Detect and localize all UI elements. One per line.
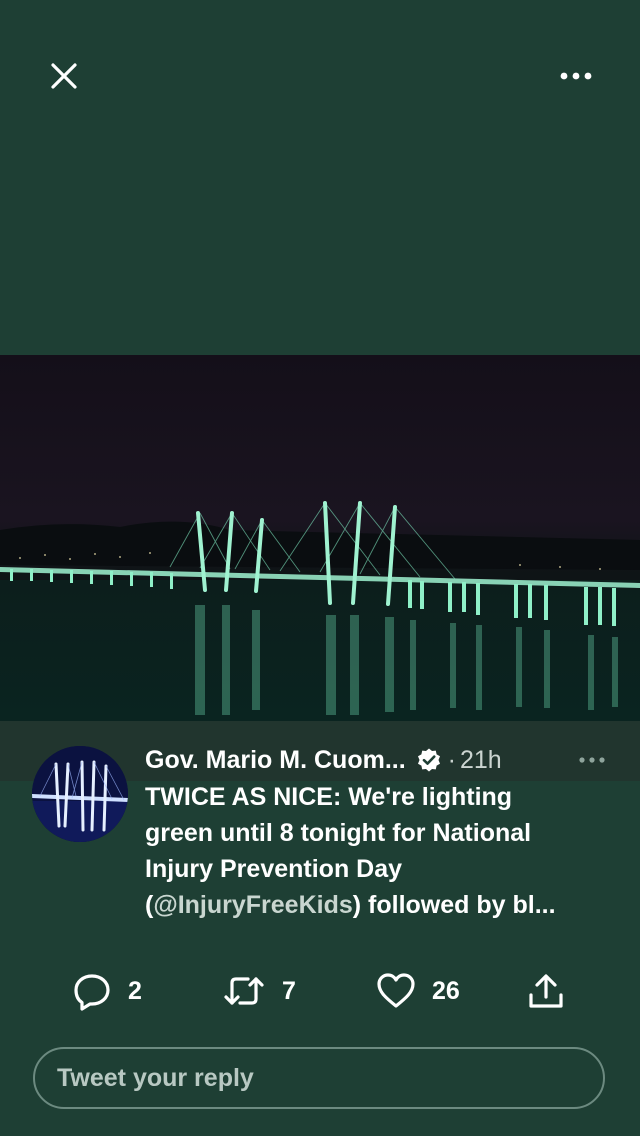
tweet-timestamp[interactable]: 21h: [460, 746, 502, 775]
retweet-button[interactable]: 7: [222, 966, 296, 1016]
verified-badge-icon: [416, 747, 442, 773]
more-horizontal-icon: [560, 72, 592, 80]
reply-placeholder: Tweet your reply: [57, 1063, 254, 1092]
retweet-icon: [224, 977, 264, 1005]
reply-icon: [74, 974, 110, 1011]
tweet-text-line: (@InjuryFreeKids) followed by bl...: [145, 887, 615, 923]
tweet-text-line: green until 8 tonight for National: [145, 819, 532, 847]
reply-button[interactable]: 2: [72, 966, 142, 1016]
tweet-text-line: Injury Prevention Day: [145, 855, 403, 883]
avatar[interactable]: [32, 746, 128, 842]
tweet-media-image[interactable]: [0, 355, 640, 721]
more-horizontal-icon: [579, 757, 605, 763]
reply-input[interactable]: Tweet your reply: [33, 1047, 605, 1109]
heart-icon: [377, 973, 415, 1008]
retweet-count: 7: [282, 976, 296, 1005]
reply-count: 2: [128, 976, 142, 1005]
like-button[interactable]: 26: [376, 966, 460, 1016]
tweet-text: TWICE AS NICE: We're lighting green unti…: [145, 779, 615, 923]
separator-dot: ·: [447, 745, 456, 774]
tweet-more-button[interactable]: [572, 742, 612, 778]
top-bar: [0, 0, 640, 150]
share-icon: [529, 974, 563, 1008]
tweet-text-rest: ) followed by bl...: [352, 891, 556, 919]
tweet-actions-bar: 2 7 26: [0, 966, 640, 1016]
tweet-text-line: TWICE AS NICE: We're lighting: [145, 783, 513, 811]
more-options-button[interactable]: [548, 52, 604, 100]
close-button[interactable]: [38, 52, 90, 100]
mention-link[interactable]: @InjuryFreeKids: [153, 891, 352, 919]
like-count: 26: [432, 976, 460, 1005]
close-icon: [51, 63, 77, 89]
author-name[interactable]: Gov. Mario M. Cuom...: [145, 746, 406, 775]
tweet-header: Gov. Mario M. Cuom... · 21h: [145, 742, 615, 778]
share-button[interactable]: [526, 966, 566, 1016]
